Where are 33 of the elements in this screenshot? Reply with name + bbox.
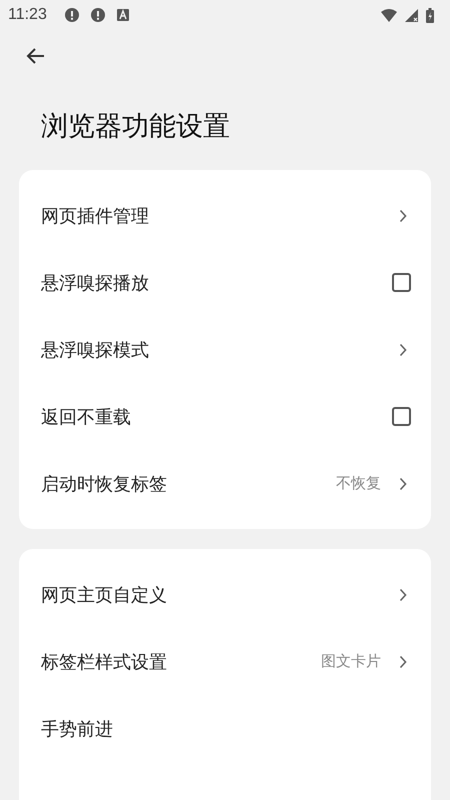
setting-label: 启动时恢复标签 [41,472,168,496]
setting-label: 悬浮嗅探播放 [41,272,150,294]
status-time: 11:23 [8,6,47,24]
page-title: 浏览器功能设置 [41,110,231,144]
setting-label: 返回不重载 [41,406,132,428]
wifi-icon [381,8,397,22]
chevron-icon [399,476,407,490]
setting-label: 网页插件管理 [41,204,150,228]
chevron-icon [399,654,407,668]
alert-icon [90,8,105,22]
setting-value: 不恢复 [336,474,381,493]
chevron-icon [399,208,407,222]
font-icon [116,9,129,21]
settings-row[interactable]: 手势前进 [19,695,431,762]
checkbox[interactable] [392,273,411,292]
signal-icon [405,8,418,22]
setting-label: 标签栏样式设置 [41,650,168,674]
chevron-icon [399,342,407,356]
settings-row[interactable]: 返回不重载 [19,383,431,450]
settings-row[interactable]: 标签栏样式设置 图文卡片 [19,628,431,695]
battery-icon [426,8,434,22]
settings-row[interactable]: 网页主页自定义 [19,561,431,628]
settings-row[interactable]: 悬浮嗅探模式 [19,316,431,383]
settings-row[interactable]: 悬浮嗅探播放 [19,249,431,316]
checkbox[interactable] [392,407,411,426]
setting-label: 网页主页自定义 [41,584,168,606]
setting-label: 悬浮嗅探模式 [41,338,150,362]
settings-row[interactable]: 网页插件管理 [19,182,431,249]
settings-row[interactable]: 启动时恢复标签 不恢复 [19,450,431,517]
setting-label: 手势前进 [41,718,114,740]
chevron-icon [399,588,407,602]
alert-icon [64,8,79,22]
setting-value: 图文卡片 [321,652,381,671]
